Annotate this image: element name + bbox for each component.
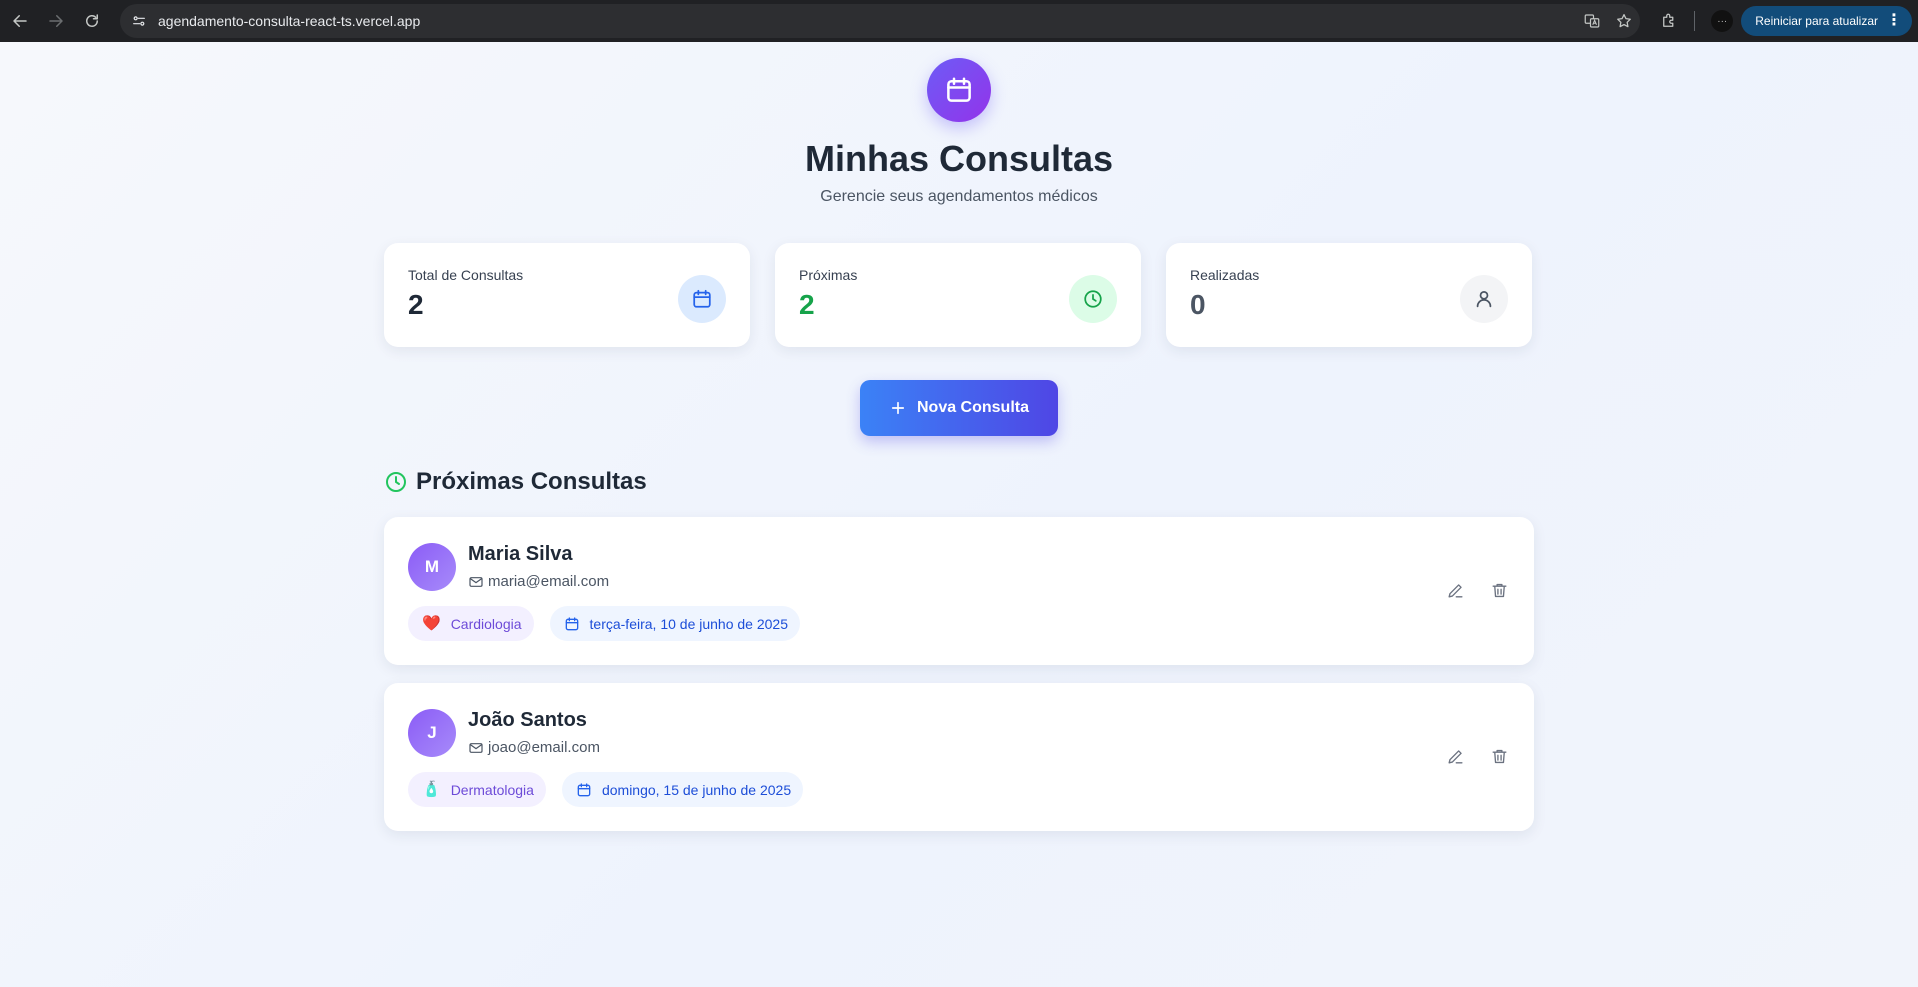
restart-to-update-button[interactable]: Reiniciar para atualizar ⋮ — [1741, 6, 1912, 36]
section-title: Próximas Consultas — [416, 468, 647, 495]
specialty-label: Cardiologia — [450, 615, 522, 632]
menu-kebab-icon: ⋮ — [1886, 12, 1902, 29]
update-label: Reiniciar para atualizar — [1755, 14, 1878, 28]
clock-icon — [1069, 275, 1117, 323]
delete-button[interactable] — [1484, 575, 1514, 605]
new-appointment-button[interactable]: Nova Consulta — [860, 380, 1058, 436]
date-badge: domingo, 15 de junho de 2025 — [561, 772, 804, 807]
bookmark-star-icon[interactable] — [1608, 5, 1640, 37]
email-text: maria@email.com — [488, 573, 610, 590]
pencil-icon — [1447, 583, 1463, 598]
specialty-label: Dermatologia — [450, 781, 534, 798]
section-header: Próximas Consultas — [384, 468, 647, 496]
calendar-icon — [577, 782, 591, 796]
date-badge: terça-feira, 10 de junho de 2025 — [549, 606, 800, 641]
delete-button[interactable] — [1484, 741, 1514, 771]
user-icon — [1460, 275, 1508, 323]
browser-toolbar: agendamento-consulta-react-ts.vercel.app… — [0, 0, 1918, 42]
stats-row: Total de Consultas 2 Próximas 2 Realizad… — [384, 243, 1534, 347]
page-subtitle: Gerencie seus agendamentos médicos — [820, 188, 1098, 205]
profile-avatar[interactable]: ··· — [1711, 10, 1734, 32]
toolbar-divider — [1694, 11, 1696, 31]
stat-card-upcoming: Próximas 2 — [775, 243, 1141, 347]
back-button[interactable] — [2, 3, 38, 39]
stat-card-completed: Realizadas 0 — [1166, 243, 1532, 347]
new-appointment-label: Nova Consulta — [916, 399, 1029, 416]
url-text[interactable]: agendamento-consulta-react-ts.vercel.app — [158, 13, 420, 29]
stat-label: Total de Consultas — [408, 267, 524, 283]
appointment-tags: 🧴 Dermatologia domingo, 15 de junho de 2… — [408, 772, 804, 807]
app-page: Minhas Consultas Gerencie seus agendamen… — [0, 42, 1918, 987]
appointment-actions — [1440, 575, 1514, 605]
plus-icon — [891, 401, 905, 415]
edit-button[interactable] — [1440, 741, 1470, 771]
email-text: joao@email.com — [488, 739, 600, 756]
mail-icon — [469, 576, 483, 587]
calendar-icon — [678, 275, 726, 323]
lotion-bottle-icon: 🧴 — [422, 781, 441, 798]
patient-name: Maria Silva — [468, 543, 573, 565]
appointment-card: M Maria Silva maria@email.com ❤️ Cardiol… — [384, 517, 1534, 665]
clock-icon — [386, 472, 406, 492]
arrow-right-icon — [49, 15, 63, 27]
avatar: J — [408, 709, 456, 757]
arrow-left-icon — [13, 15, 27, 27]
appointment-tags: ❤️ Cardiologia terça-feira, 10 de junho … — [408, 606, 800, 641]
trash-icon — [1491, 749, 1507, 763]
translate-icon[interactable] — [1576, 5, 1608, 37]
site-info-icon[interactable] — [122, 4, 156, 38]
address-bar[interactable]: agendamento-consulta-react-ts.vercel.app — [120, 4, 1640, 38]
appointment-actions — [1440, 741, 1514, 771]
stat-label: Realizadas — [1190, 267, 1260, 283]
date-label: terça-feira, 10 de junho de 2025 — [589, 615, 788, 632]
trash-icon — [1491, 583, 1507, 597]
date-label: domingo, 15 de junho de 2025 — [601, 781, 792, 798]
mail-icon — [469, 742, 483, 753]
reload-button[interactable] — [74, 3, 110, 39]
appointment-card: J João Santos joao@email.com 🧴 Dermatolo… — [384, 683, 1534, 831]
calendar-icon — [565, 616, 578, 630]
specialty-badge: 🧴 Dermatologia — [408, 772, 546, 807]
patient-email: maria@email.com — [468, 573, 609, 590]
patient-email: joao@email.com — [468, 739, 600, 756]
stat-label: Próximas — [799, 267, 858, 283]
extensions-puzzle-icon[interactable] — [1652, 4, 1686, 38]
heart-icon: ❤️ — [422, 615, 441, 632]
pencil-icon — [1447, 749, 1463, 764]
stat-card-total: Total de Consultas 2 — [384, 243, 750, 347]
patient-name: João Santos — [468, 709, 587, 731]
edit-button[interactable] — [1440, 575, 1470, 605]
page-title: Minhas Consultas — [804, 138, 1114, 179]
reload-icon — [86, 14, 98, 27]
avatar: M — [408, 543, 456, 591]
forward-button[interactable] — [38, 3, 74, 39]
specialty-badge: ❤️ Cardiologia — [408, 606, 534, 641]
hero-calendar-icon — [927, 58, 991, 122]
